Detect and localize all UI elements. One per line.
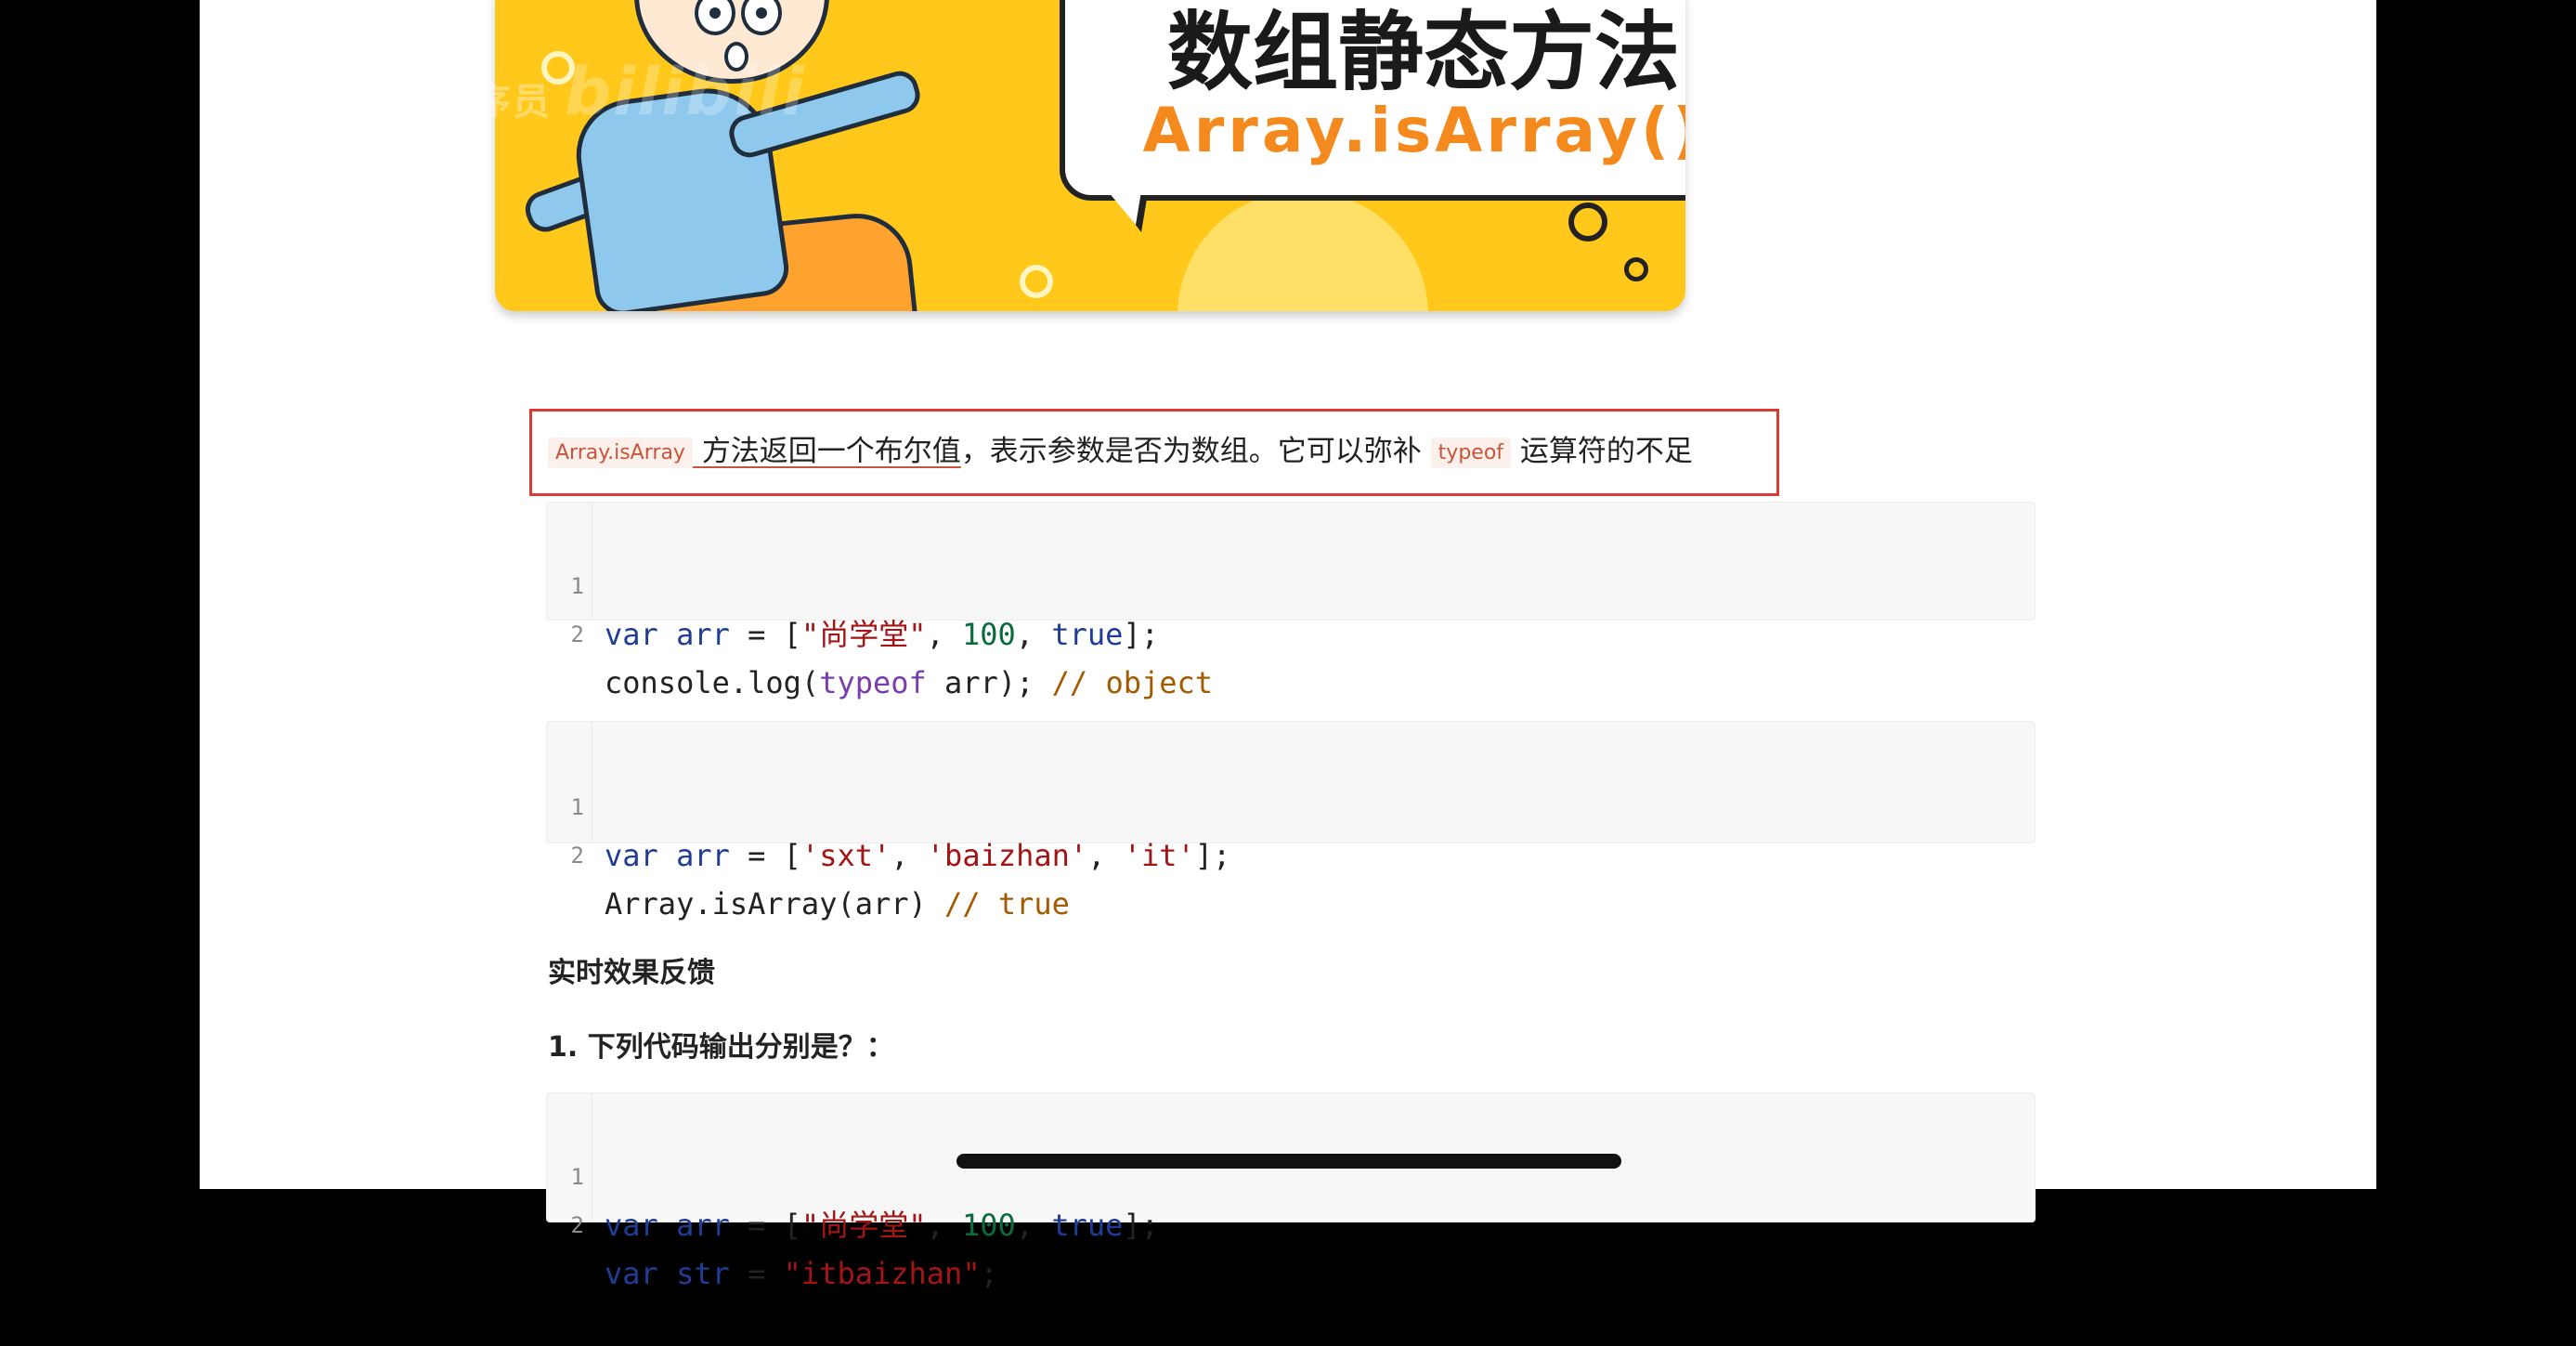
code-line: 2 Array.isArray(arr) // true bbox=[547, 783, 1070, 921]
code-token: 'sxt' bbox=[800, 838, 891, 873]
question-heading: 1. 下列代码输出分别是？： bbox=[548, 1031, 894, 1064]
intro-text-part: 方法返回一个布尔值 bbox=[701, 435, 961, 468]
code-token: str bbox=[676, 1256, 730, 1291]
section-heading: 实时效果反馈 bbox=[548, 957, 715, 989]
code-text: var arr = ["尚学堂", 100, true]; bbox=[605, 610, 1159, 659]
code-line: 1 var arr = ["尚学堂", 100, true]; bbox=[547, 514, 1159, 652]
code-token: = bbox=[729, 1256, 784, 1291]
inline-code-typeof: typeof bbox=[1430, 438, 1512, 468]
decor-circle bbox=[1568, 203, 1607, 242]
decor-circle bbox=[1624, 257, 1648, 281]
code-token: // true bbox=[944, 886, 1070, 921]
code-token: = [ bbox=[729, 838, 801, 873]
code-line: 2 console.log(typeof arr); // object bbox=[547, 562, 1213, 700]
code-token: , bbox=[926, 617, 962, 652]
code-text: var str = "itbaizhan"; bbox=[605, 1249, 998, 1298]
code-line: 1 var arr = ["尚学堂", 100, true]; bbox=[547, 1104, 1159, 1243]
underlined-phrase: Array.isArray 方法返回一个布尔值 bbox=[548, 435, 961, 468]
code-token: ]; bbox=[1194, 838, 1231, 873]
intro-paragraph: Array.isArray 方法返回一个布尔值，表示参数是否为数组。它可以弥补 … bbox=[548, 427, 1693, 469]
code-text: console.log(typeof arr); // object bbox=[605, 659, 1213, 707]
code-token: "itbaizhan" bbox=[783, 1256, 981, 1291]
video-watermark: 尚学堂百战程序员 bilibili bbox=[240, 54, 806, 130]
code-token: true bbox=[1051, 1208, 1124, 1243]
line-number: 2 bbox=[570, 1212, 584, 1238]
banner-title: 数组静态方法 bbox=[1166, 3, 1680, 102]
character-eye bbox=[741, 0, 782, 35]
code-token: 100 bbox=[962, 1208, 1016, 1243]
speech-bubble-tail-fill bbox=[1108, 191, 1141, 225]
intro-text-part: ，表示参数是否为数组。它可以弥补 bbox=[960, 435, 1422, 468]
code-token: "尚学堂" bbox=[800, 617, 927, 652]
code-token: ; bbox=[980, 1256, 998, 1291]
code-token: 100 bbox=[962, 617, 1016, 652]
code-token: arr bbox=[676, 838, 730, 873]
intro-text-part: 运算符的不足 bbox=[1519, 435, 1693, 468]
code-token: , bbox=[891, 838, 927, 873]
line-number: 2 bbox=[570, 843, 584, 869]
line-number: 2 bbox=[570, 621, 584, 647]
code-block: 1 var arr = ["尚学堂", 100, true]; 2 consol… bbox=[546, 502, 2036, 700]
code-line: 2 var str = "itbaizhan"; bbox=[547, 1153, 998, 1291]
code-block: 1 var arr = ['sxt', 'baizhan', 'it']; 2 … bbox=[546, 721, 2036, 921]
code-token: = [ bbox=[729, 617, 801, 652]
inline-code-array-isarray: Array.isArray bbox=[548, 438, 693, 468]
code-token: , bbox=[1015, 617, 1052, 652]
code-token: // object bbox=[1051, 665, 1214, 700]
code-token: = [ bbox=[729, 1208, 801, 1243]
code-token: var bbox=[605, 1256, 658, 1291]
code-token: Array.isArray(arr) bbox=[605, 886, 945, 921]
code-token: arr); bbox=[926, 665, 1052, 700]
code-token: , bbox=[1015, 1208, 1052, 1243]
home-indicator-bar[interactable] bbox=[956, 1154, 1621, 1169]
code-token: ]; bbox=[1123, 1208, 1159, 1243]
character-eye bbox=[695, 0, 735, 35]
code-text: var arr = ['sxt', 'baizhan', 'it']; bbox=[605, 831, 1230, 880]
code-token: "尚学堂" bbox=[800, 1208, 927, 1243]
code-token: typeof bbox=[819, 665, 927, 700]
code-token: , bbox=[926, 1208, 962, 1243]
code-token: arr bbox=[676, 617, 730, 652]
banner-sun-shape bbox=[1177, 190, 1428, 311]
code-token: console.log( bbox=[605, 665, 820, 700]
code-token: ]; bbox=[1123, 617, 1159, 652]
banner-subtitle: Array.isArray() bbox=[1142, 95, 1685, 166]
code-text: Array.isArray(arr) // true bbox=[605, 880, 1070, 928]
code-token: , bbox=[1087, 838, 1124, 873]
decor-circle bbox=[1020, 265, 1053, 298]
code-line: 1 var arr = ['sxt', 'baizhan', 'it']; bbox=[547, 735, 1231, 873]
lesson-banner-image: 数组静态方法 Array.isArray() bbox=[495, 0, 1685, 311]
bilibili-logo: bilibili bbox=[565, 54, 807, 130]
code-token: arr bbox=[676, 1208, 730, 1243]
code-text: var arr = ["尚学堂", 100, true]; bbox=[605, 1201, 1159, 1249]
code-token: 'baizhan' bbox=[926, 838, 1088, 873]
code-token: 'it' bbox=[1123, 838, 1195, 873]
watermark-text: 尚学堂百战程序员 bbox=[240, 81, 552, 124]
code-token: true bbox=[1051, 617, 1124, 652]
